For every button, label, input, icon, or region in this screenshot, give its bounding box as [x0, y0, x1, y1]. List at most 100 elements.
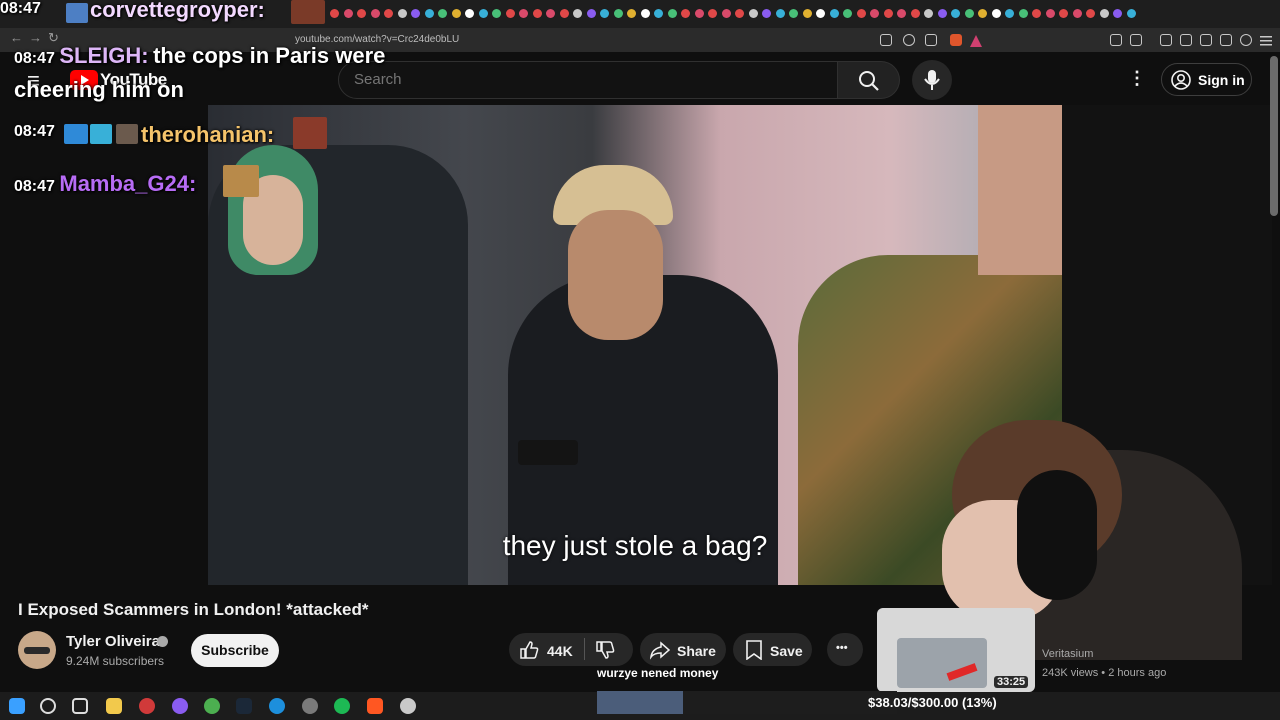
tab-favicon-icon[interactable] — [1032, 9, 1041, 18]
tab-favicon-icon[interactable] — [762, 9, 771, 18]
steam-icon[interactable] — [236, 698, 252, 714]
tab-favicon-icon[interactable] — [1045, 9, 1055, 18]
tab-favicon-icon[interactable] — [843, 9, 852, 18]
edge-icon[interactable] — [269, 698, 285, 714]
page-scrollbar[interactable] — [1270, 56, 1278, 216]
settings-menu-icon[interactable]: ⋮ — [1128, 68, 1146, 89]
spotify-icon[interactable] — [334, 698, 350, 714]
zoom-icon[interactable] — [903, 34, 915, 46]
app-icon[interactable] — [400, 698, 416, 714]
tab-favicon-icon[interactable] — [1005, 9, 1014, 18]
tab-favicon-icon[interactable] — [559, 9, 569, 18]
tab-favicon-icon[interactable] — [627, 9, 636, 18]
tab-favicon-icon[interactable] — [721, 9, 731, 18]
tab-favicon-icon[interactable] — [924, 9, 933, 18]
tab-favicon-icon[interactable] — [829, 9, 839, 18]
taskbar-search-icon[interactable] — [40, 698, 56, 714]
profile-icon[interactable] — [1240, 34, 1252, 46]
tab-favicon-icon[interactable] — [802, 9, 812, 18]
tab-favicon-icon[interactable] — [1099, 9, 1109, 18]
tab-favicon-icon[interactable] — [1113, 9, 1122, 18]
search-button[interactable] — [838, 61, 900, 99]
dislike-button[interactable] — [585, 633, 633, 666]
tab-favicon-icon[interactable] — [519, 9, 528, 18]
tab-favicon-icon[interactable] — [654, 9, 663, 18]
tab-favicon-icon[interactable] — [505, 9, 515, 18]
tab-favicon-icon[interactable] — [964, 9, 974, 18]
tab-favicon-icon[interactable] — [492, 9, 501, 18]
share-label[interactable]: Share — [677, 643, 716, 659]
tab-favicon-icon[interactable] — [465, 9, 474, 18]
vpn-icon[interactable] — [1220, 34, 1232, 46]
tab-favicon-icon[interactable] — [1072, 9, 1082, 18]
brave-icon[interactable] — [367, 698, 383, 714]
tab-favicon-icon[interactable] — [384, 9, 393, 18]
tab-favicon-icon[interactable] — [951, 9, 960, 18]
browser-menu-icon[interactable] — [1260, 34, 1272, 46]
tab-favicon-icon[interactable] — [546, 9, 555, 18]
tab-favicon-icon[interactable] — [775, 9, 785, 18]
tab-favicon-icon[interactable] — [370, 9, 380, 18]
start-menu-icon[interactable] — [9, 698, 25, 714]
chrome-icon[interactable] — [204, 698, 220, 714]
tab-favicon-icon[interactable] — [343, 9, 353, 18]
tab-favicon-icon[interactable] — [870, 9, 879, 18]
tab-favicon-icon[interactable] — [694, 9, 704, 18]
tab-favicon-icon[interactable] — [640, 9, 650, 18]
tab-favicon-icon[interactable] — [532, 9, 542, 18]
tab-favicon-icon[interactable] — [937, 9, 947, 18]
tab-favicon-icon[interactable] — [816, 9, 825, 18]
media-icon[interactable] — [1160, 34, 1172, 46]
app-icon[interactable] — [172, 698, 188, 714]
tab-favicon-icon[interactable] — [748, 9, 758, 18]
tab-favicon-icon[interactable] — [411, 9, 420, 18]
tab-favicon-icon[interactable] — [1059, 9, 1068, 18]
tab-favicon-icon[interactable] — [991, 9, 1001, 18]
tab-favicon-icon[interactable] — [330, 9, 339, 18]
tab-favicon-icon[interactable] — [397, 9, 407, 18]
sign-in-label[interactable]: Sign in — [1198, 72, 1245, 88]
tab-favicon-icon[interactable] — [573, 9, 582, 18]
tab-favicon-icon[interactable] — [735, 9, 744, 18]
tab-favicon-icon[interactable] — [1018, 9, 1028, 18]
tab-favicon-icon[interactable] — [424, 9, 434, 18]
tab-favicon-icon[interactable] — [910, 9, 920, 18]
channel-name[interactable]: Tyler Oliveira — [66, 633, 160, 650]
related-channel-name[interactable]: Veritasium — [1042, 648, 1093, 660]
more-actions-button[interactable]: ••• — [827, 633, 863, 666]
channel-avatar[interactable] — [18, 631, 56, 669]
tab-favicon-icon[interactable] — [681, 9, 690, 18]
extension-icon[interactable] — [1110, 34, 1122, 46]
tab-favicon-icon[interactable] — [883, 9, 893, 18]
wallet-icon[interactable] — [1200, 34, 1212, 46]
tab-favicon-icon[interactable] — [1126, 9, 1136, 18]
tab-favicon-icon[interactable] — [600, 9, 609, 18]
subscribe-button[interactable]: Subscribe — [191, 634, 279, 667]
tab-favicon-icon[interactable] — [438, 9, 447, 18]
obs-icon[interactable] — [139, 698, 155, 714]
search-input[interactable] — [352, 70, 826, 89]
tab-favicon-icon[interactable] — [613, 9, 623, 18]
tab-favicon-icon[interactable] — [478, 9, 488, 18]
share-page-icon[interactable] — [925, 34, 937, 46]
rewards-icon[interactable] — [970, 34, 982, 47]
app-icon[interactable] — [302, 698, 318, 714]
save-label[interactable]: Save — [770, 643, 803, 659]
task-view-icon[interactable] — [72, 698, 88, 714]
tab-favicon-icon[interactable] — [357, 9, 366, 18]
voice-search-button[interactable] — [912, 60, 952, 100]
tab-favicon-icon[interactable] — [586, 9, 596, 18]
tab-favicon-icon[interactable] — [789, 9, 798, 18]
tab-favicon-icon[interactable] — [667, 9, 677, 18]
tab-favicon-icon[interactable] — [897, 9, 906, 18]
install-app-icon[interactable] — [880, 34, 892, 46]
tab-favicon-icon[interactable] — [708, 9, 717, 18]
extensions-icon[interactable] — [1130, 34, 1142, 46]
tab-favicon-icon[interactable] — [451, 9, 461, 18]
tab-favicon-icon[interactable] — [856, 9, 866, 18]
tab-favicon-icon[interactable] — [1086, 9, 1095, 18]
sidebar-icon[interactable] — [1180, 34, 1192, 46]
file-explorer-icon[interactable] — [106, 698, 122, 714]
tab-favicon-icon[interactable] — [978, 9, 987, 18]
brave-shields-icon[interactable] — [950, 34, 962, 46]
